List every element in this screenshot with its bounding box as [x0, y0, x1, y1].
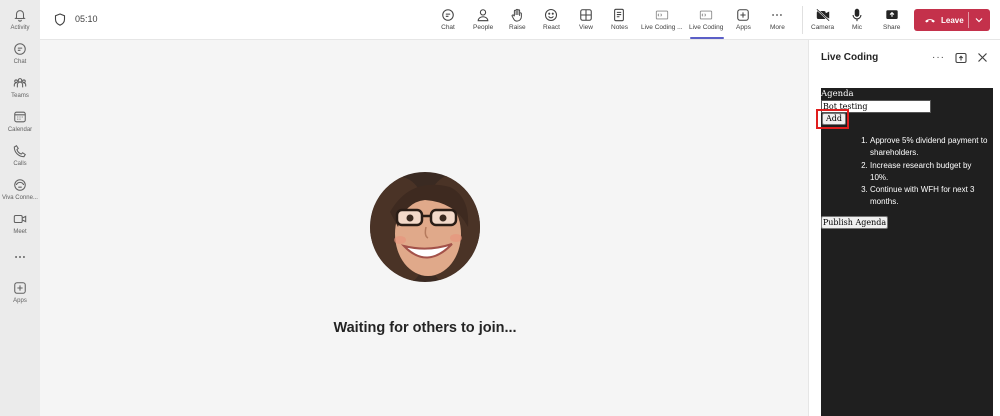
- waiting-message: Waiting for others to join...: [333, 320, 517, 336]
- apps-icon: [14, 282, 26, 294]
- more-icon: [15, 256, 25, 258]
- live-coding-icon: [700, 10, 713, 20]
- hang-up-icon: [925, 19, 935, 23]
- rail-item-calendar[interactable]: Calendar: [0, 110, 40, 133]
- rail-label-apps: Apps: [13, 298, 27, 304]
- leave-divider: [968, 12, 969, 28]
- toolbar-live-coding-label: Live Coding: [689, 24, 724, 31]
- chat-icon: [442, 9, 454, 21]
- leave-label: Leave: [941, 15, 964, 25]
- bell-icon: [14, 10, 26, 22]
- agenda-item: Increase research budget by 10%.: [870, 160, 989, 185]
- rail-item-chat[interactable]: Chat: [0, 42, 40, 65]
- rail-label-viva-connections: Viva Conne...: [2, 195, 38, 201]
- active-tab-indicator: [690, 37, 724, 39]
- toolbar-camera-label: Camera: [811, 24, 835, 31]
- rail-label-chat: Chat: [13, 59, 27, 65]
- meeting-window: 05:10 Chat People Raise React View Notes…: [40, 0, 1000, 416]
- toolbar-chat-button[interactable]: Chat: [441, 8, 455, 32]
- rail-label-teams: Teams: [11, 93, 29, 99]
- toolbar-apps-button[interactable]: Apps: [736, 8, 751, 32]
- chevron-down-icon[interactable]: [974, 15, 984, 25]
- meeting-toolbar: 05:10 Chat People Raise React View Notes…: [40, 0, 1000, 40]
- toolbar-view-label: View: [579, 24, 593, 31]
- toolbar-chat-label: Chat: [441, 24, 455, 31]
- rail-label-meet: Meet: [13, 229, 27, 235]
- live-coding-icon: [655, 10, 668, 20]
- app-rail: Activity Chat Teams Calendar Calls Viva …: [0, 0, 40, 416]
- toolbar-share-button[interactable]: Share: [883, 8, 900, 32]
- more-icon: [772, 14, 783, 16]
- emoji-icon: [545, 8, 558, 22]
- toolbar-more-button[interactable]: More: [770, 8, 785, 32]
- avatar: [370, 172, 480, 282]
- toolbar-mic-label: Mic: [851, 24, 863, 31]
- rail-item-teams[interactable]: Teams: [0, 76, 40, 99]
- add-button[interactable]: Add: [822, 113, 846, 125]
- raise-hand-icon: [511, 8, 523, 22]
- agenda-item: Approve 5% dividend payment to sharehold…: [870, 135, 989, 160]
- grid-view-icon: [580, 9, 592, 21]
- mic-icon: [852, 8, 862, 22]
- rail-item-activity[interactable]: Activity: [0, 8, 40, 31]
- video-icon: [13, 214, 27, 224]
- toolbar-mic-button[interactable]: Mic: [850, 8, 864, 32]
- chat-icon: [14, 43, 26, 55]
- toolbar-react-label: React: [543, 24, 560, 31]
- popout-icon[interactable]: [955, 52, 967, 64]
- toolbar-notes-label: Notes: [611, 24, 628, 31]
- teams-icon: [13, 78, 27, 88]
- rail-item-calls[interactable]: Calls: [0, 144, 40, 167]
- panel-title: Live Coding: [821, 52, 879, 63]
- toolbar-people-button[interactable]: People: [473, 8, 493, 32]
- publish-agenda-button[interactable]: Publish Agenda: [821, 216, 888, 229]
- meeting-stage: Waiting for others to join...: [40, 40, 808, 416]
- rail-label-calendar: Calendar: [7, 127, 33, 133]
- toolbar-view-button[interactable]: View: [579, 8, 593, 32]
- add-apps-icon: [737, 9, 750, 21]
- shield-icon: [54, 13, 66, 26]
- toolbar-raise-button[interactable]: Raise: [509, 8, 526, 32]
- leave-button[interactable]: Leave: [914, 9, 990, 31]
- toolbar-live-coding-button[interactable]: Live Coding: [689, 8, 723, 32]
- rail-item-viva-connections[interactable]: Viva Conne...: [0, 178, 40, 201]
- share-icon: [885, 10, 898, 19]
- agenda-item: Continue with WFH for next 3 months.: [870, 184, 989, 209]
- rail-item-more[interactable]: [0, 250, 40, 264]
- toolbar-react-button[interactable]: React: [543, 8, 560, 32]
- toolbar-notes-button[interactable]: Notes: [611, 8, 628, 32]
- meeting-timer: 05:10: [75, 14, 98, 24]
- live-coding-panel: Live Coding ··· Agenda Add Approve 5% di…: [808, 40, 1000, 416]
- people-icon: [477, 9, 489, 22]
- calendar-icon: [14, 111, 26, 123]
- close-icon[interactable]: [977, 52, 988, 63]
- phone-icon: [13, 145, 26, 158]
- toolbar-people-label: People: [473, 24, 494, 31]
- agenda-label: Agenda: [821, 89, 854, 99]
- toolbar-live-coding-ellipsis-button[interactable]: Live Coding ...: [641, 8, 683, 32]
- notes-icon: [614, 8, 625, 22]
- toolbar-share-label: Share: [883, 24, 901, 31]
- profile-photo: [370, 172, 480, 282]
- live-coding-app: Agenda Add Approve 5% dividend payment t…: [816, 88, 993, 416]
- toolbar-divider: [802, 6, 803, 34]
- toolbar-more-label: More: [770, 24, 785, 31]
- rail-item-apps[interactable]: Apps: [0, 281, 40, 304]
- rail-item-meet[interactable]: Meet: [0, 212, 40, 235]
- rail-label-calls: Calls: [13, 161, 27, 167]
- toolbar-apps-label: Apps: [736, 24, 751, 31]
- toolbar-live-coding-ellipsis-label: Live Coding ...: [641, 24, 683, 31]
- panel-more-button[interactable]: ···: [932, 52, 945, 63]
- viva-connections-icon: [14, 179, 26, 191]
- toolbar-camera-button[interactable]: Camera: [811, 8, 834, 32]
- rail-label-activity: Activity: [10, 25, 30, 31]
- camera-off-icon: [815, 8, 830, 22]
- toolbar-raise-label: Raise: [509, 24, 526, 31]
- agenda-list: Approve 5% dividend payment to sharehold…: [859, 135, 989, 209]
